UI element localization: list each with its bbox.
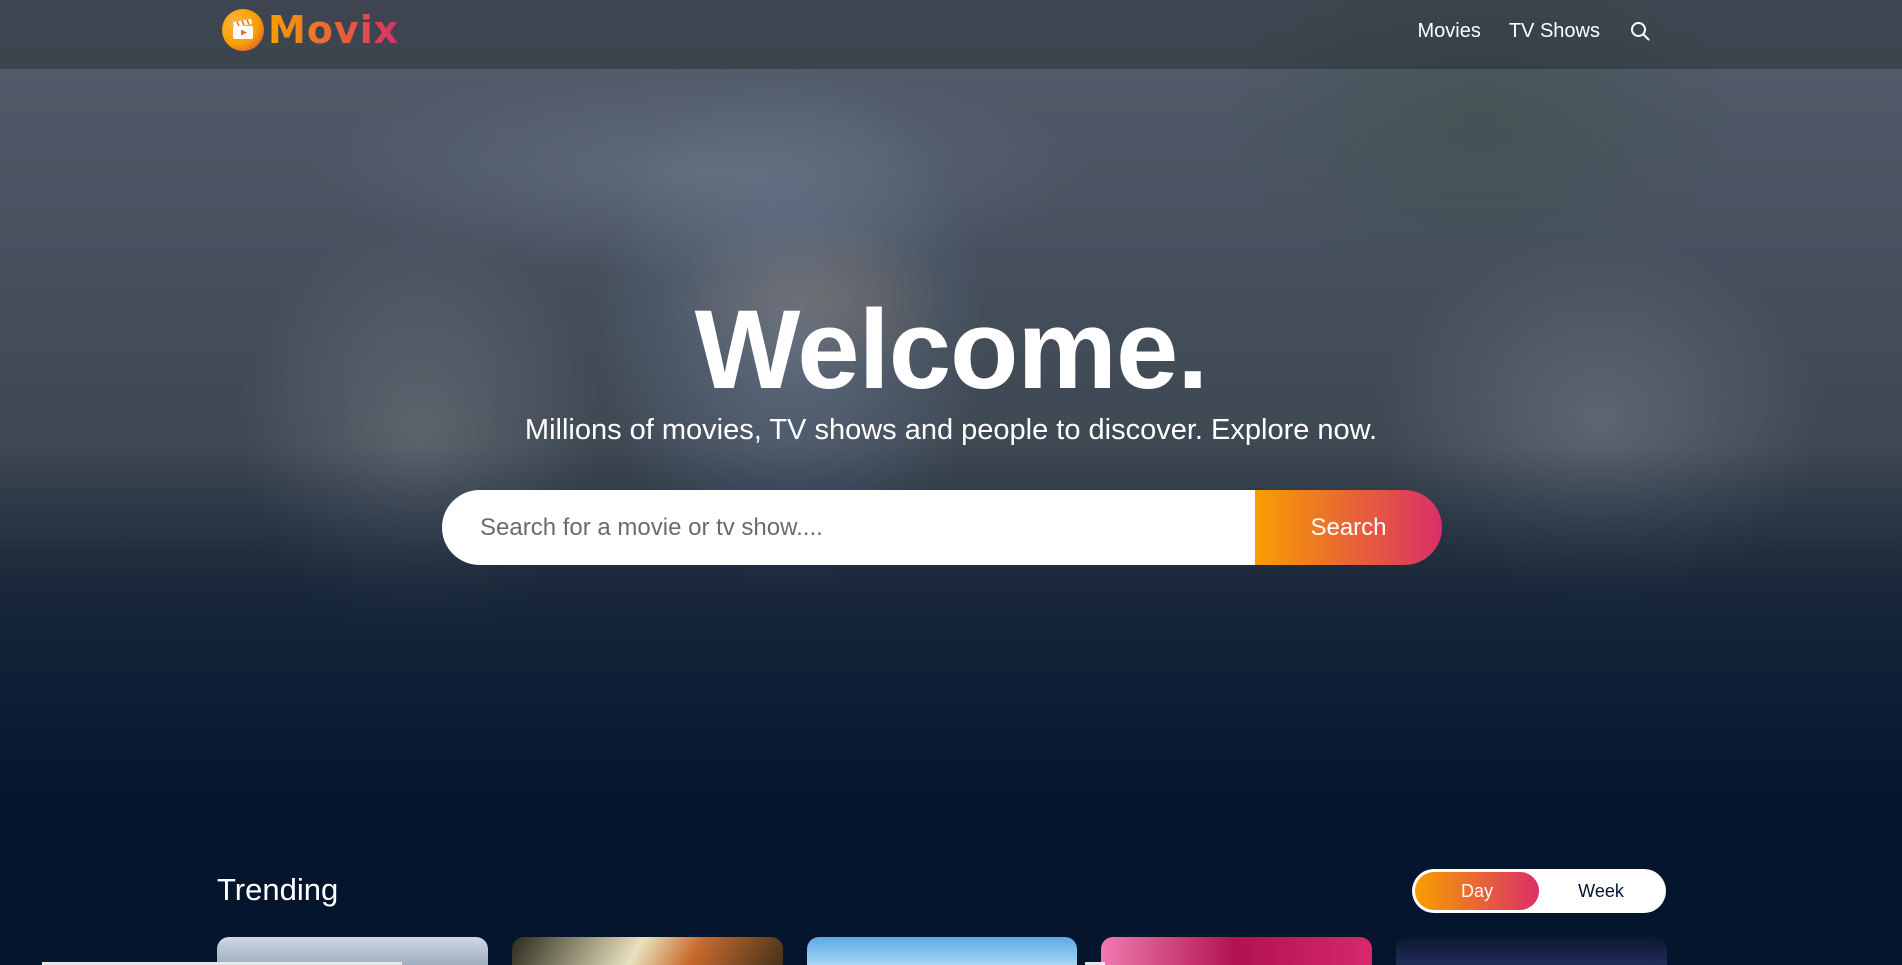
trending-card[interactable] <box>1396 937 1667 965</box>
logo-wordmark: Movix <box>268 8 400 52</box>
tab-day[interactable]: Day <box>1415 872 1539 910</box>
tab-week[interactable]: Week <box>1539 872 1663 910</box>
trending-period-switch: Day Week <box>1412 869 1666 913</box>
clapperboard-icon <box>222 9 264 51</box>
site-header: Movix Movies TV Shows <box>0 0 1902 69</box>
trending-card[interactable] <box>217 937 488 965</box>
hero-subtitle: Millions of movies, TV shows and people … <box>524 414 1378 446</box>
page: Movix Movies TV Shows Welcome. Millions … <box>0 0 1902 965</box>
search-button[interactable]: Search <box>1255 490 1442 565</box>
trending-carousel <box>217 937 1667 965</box>
trending-card[interactable] <box>511 937 783 965</box>
logo[interactable]: Movix <box>222 8 399 52</box>
trending-card[interactable] <box>1101 937 1373 965</box>
hero-title: Welcome. <box>694 287 1209 412</box>
nav-movies[interactable]: Movies <box>1417 20 1480 43</box>
main-nav: Movies TV Shows <box>1417 19 1652 43</box>
search-input[interactable] <box>442 490 1255 565</box>
trending-title: Trending <box>217 872 339 907</box>
nav-tv-shows[interactable]: TV Shows <box>1509 20 1600 43</box>
search-icon[interactable] <box>1628 19 1652 43</box>
hero-search-bar: Search <box>442 490 1442 565</box>
trending-card[interactable] <box>806 937 1078 965</box>
hero-content: Welcome. Millions of movies, TV shows an… <box>0 290 1902 448</box>
